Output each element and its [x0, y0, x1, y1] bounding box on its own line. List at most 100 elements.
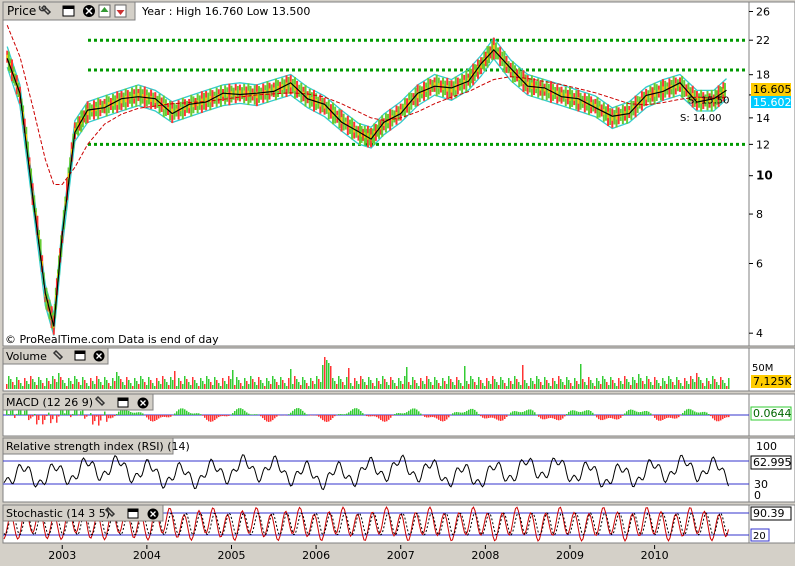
- macd-bar: [92, 415, 94, 425]
- macd-bar: [128, 411, 130, 415]
- macd-bar: [24, 411, 26, 415]
- volume-bar: [166, 382, 168, 389]
- volume-bar: [378, 381, 380, 389]
- second-price-value: 15.602: [753, 96, 792, 109]
- macd-bar: [270, 415, 272, 421]
- close-icon[interactable]: [138, 398, 149, 409]
- volume-bar: [270, 384, 272, 389]
- volume-bar: [124, 385, 126, 389]
- volume-bar: [380, 384, 382, 389]
- window-icon[interactable]: [118, 398, 128, 407]
- volume-bar: [178, 378, 180, 389]
- macd-bar: [42, 415, 44, 424]
- volume-bar: [530, 378, 532, 389]
- volume-bar: [452, 382, 454, 389]
- volume-bar: [708, 381, 710, 389]
- volume-bar: [724, 383, 726, 389]
- price-tick-label: 26: [756, 5, 770, 18]
- macd-bar: [406, 412, 408, 415]
- macd-bar: [50, 415, 52, 423]
- volume-bar: [684, 378, 686, 389]
- volume-bar: [298, 382, 300, 389]
- macd-bar: [622, 415, 624, 416]
- macd-bar: [278, 415, 280, 416]
- macd-bar: [262, 415, 264, 418]
- volume-bar: [18, 380, 20, 389]
- move-down-icon[interactable]: [115, 5, 126, 17]
- macd-bar: [370, 415, 372, 416]
- macd-bar: [444, 415, 446, 421]
- close-icon[interactable]: [94, 351, 105, 362]
- volume-bar: [602, 376, 604, 389]
- volume-bar: [662, 378, 664, 389]
- macd-bar: [492, 415, 494, 418]
- macd-bar: [400, 413, 402, 415]
- volume-bar: [360, 376, 362, 389]
- macd-bar: [648, 412, 650, 415]
- volume-bar: [216, 380, 218, 389]
- volume-bar: [180, 381, 182, 389]
- volume-bar: [144, 382, 146, 389]
- rsi-last-value: 62.995: [753, 456, 792, 469]
- volume-bar: [646, 376, 648, 389]
- year-tick-label: 2006: [302, 549, 330, 562]
- volume-bar: [704, 386, 706, 389]
- volume-bar: [576, 381, 578, 389]
- macd-bar: [332, 415, 334, 418]
- volume-bar: [588, 377, 590, 389]
- volume-bar: [336, 384, 338, 389]
- macd-bar: [154, 415, 156, 421]
- volume-bar: [630, 385, 632, 389]
- macd-bar: [90, 413, 92, 415]
- volume-bar: [148, 377, 150, 389]
- macd-bar: [516, 411, 518, 415]
- macd-bar: [346, 414, 348, 415]
- macd-bar: [410, 409, 412, 415]
- macd-last-value: 0.0644: [753, 407, 792, 420]
- window-icon[interactable]: [75, 351, 85, 360]
- macd-bar: [194, 413, 196, 415]
- volume-bar: [450, 379, 452, 389]
- macd-bar: [398, 413, 400, 415]
- volume-bar: [406, 367, 408, 389]
- macd-bar: [118, 412, 120, 415]
- macd-bar: [712, 415, 714, 418]
- volume-bar: [668, 376, 670, 389]
- macd-bar: [186, 411, 188, 415]
- volume-bar: [68, 378, 70, 389]
- window-icon[interactable]: [63, 6, 74, 16]
- volume-bar: [54, 379, 56, 389]
- volume-bar: [642, 381, 644, 389]
- volume-bar: [488, 381, 490, 389]
- volume-bar: [192, 377, 194, 389]
- macd-bar: [432, 415, 434, 417]
- macd-bar: [142, 413, 144, 415]
- macd-bar: [402, 413, 404, 415]
- volume-bar: [578, 384, 580, 389]
- macd-bar: [178, 409, 180, 415]
- macd-bar: [586, 410, 588, 415]
- macd-bar: [166, 415, 168, 417]
- volume-bar: [710, 384, 712, 389]
- close-icon[interactable]: [148, 509, 159, 520]
- macd-bar: [60, 410, 62, 415]
- macd-bar: [558, 415, 560, 420]
- volume-bar: [188, 382, 190, 389]
- macd-bar: [356, 408, 358, 415]
- volume-bar: [56, 382, 58, 389]
- macd-bar: [690, 409, 692, 415]
- volume-bar: [448, 376, 450, 389]
- window-icon[interactable]: [128, 509, 138, 518]
- volume-bar: [282, 380, 284, 389]
- close-icon[interactable]: [83, 5, 95, 17]
- macd-bar: [478, 414, 480, 415]
- volume-bar: [288, 378, 290, 389]
- volume-bar: [696, 373, 698, 389]
- macd-bar: [522, 412, 524, 415]
- macd-bar: [236, 409, 238, 415]
- move-up-icon[interactable]: [99, 5, 110, 17]
- volume-bar: [516, 379, 518, 389]
- volume-bar: [258, 377, 260, 389]
- volume-bar: [224, 381, 226, 389]
- volume-bar: [6, 384, 8, 389]
